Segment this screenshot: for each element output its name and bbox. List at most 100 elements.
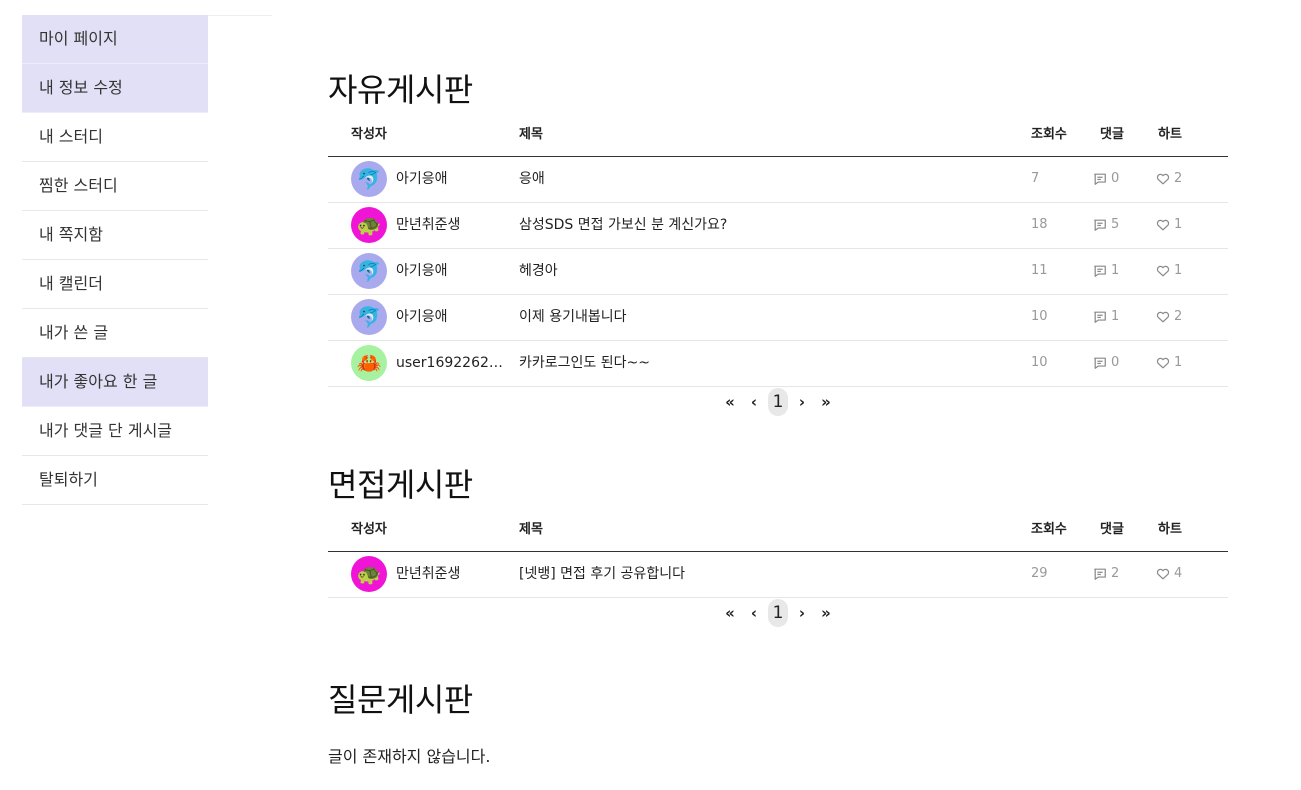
free-board: 작성자 제목 조회수 댓글 하트 🐬 아기응애 응애 7 0 2 🐢 만년취준생 삼성SDS 면… [328, 116, 1228, 417]
empty-message: 글이 존재하지 않습니다. [328, 747, 491, 766]
author-cell[interactable]: 🐬 아기응애 [351, 249, 448, 293]
sidebar-item-bookmarked-study[interactable]: 찜한 스터디 [22, 162, 208, 211]
sidebar-item-messages[interactable]: 내 쪽지함 [22, 211, 208, 260]
post-title-link[interactable]: 응애 [519, 157, 545, 201]
current-page[interactable]: 1 [768, 388, 788, 416]
comment-icon [1093, 172, 1111, 186]
comment-icon [1093, 356, 1111, 370]
column-title: 제목 [519, 522, 543, 537]
column-title: 제목 [519, 127, 543, 142]
interview-board: 작성자 제목 조회수 댓글 하트 🐢 만년취준생 [넷뱅] 면접 후기 공유합니다 2… [328, 511, 1228, 628]
post-title-link[interactable]: 삼성SDS 면접 가보신 분 계신가요? [519, 203, 727, 247]
column-views: 조회수 [1031, 127, 1067, 142]
table-row[interactable]: 🐢 만년취준생 [넷뱅] 면접 후기 공유합니다 29 2 4 [328, 552, 1228, 598]
table-row[interactable]: 🦀 user16922620... 카카로그인도 된다~~ 10 0 1 [328, 341, 1228, 387]
free-board-title: 자유게시판 [328, 71, 473, 109]
comment-count-value: 5 [1111, 217, 1120, 232]
comment-count-value: 1 [1111, 309, 1120, 324]
author-name: 만년취준생 [396, 566, 461, 582]
view-count: 7 [1031, 171, 1040, 186]
question-board-title: 질문게시판 [328, 681, 473, 719]
like-count: 1 [1156, 341, 1182, 385]
avatar: 🐬 [351, 253, 387, 289]
view-count: 29 [1031, 566, 1048, 581]
author-name: 만년취준생 [396, 217, 461, 233]
prev-page-button[interactable]: ‹ [742, 393, 766, 411]
comment-icon [1093, 218, 1111, 232]
like-count-value: 1 [1174, 263, 1183, 278]
sidebar-item-my-study[interactable]: 내 스터디 [22, 113, 208, 162]
sidebar-item-withdraw[interactable]: 탈퇴하기 [22, 456, 208, 505]
sidebar-item-my-posts[interactable]: 내가 쓴 글 [22, 309, 208, 358]
like-count: 2 [1156, 295, 1182, 339]
comment-count: 1 [1093, 249, 1119, 293]
like-count: 1 [1156, 249, 1182, 293]
first-page-button[interactable]: « [718, 393, 742, 411]
last-page-button[interactable]: » [814, 393, 838, 411]
heart-icon [1156, 567, 1174, 581]
author-name: 아기응애 [396, 309, 448, 325]
column-views: 조회수 [1031, 522, 1067, 537]
table-header: 작성자 제목 조회수 댓글 하트 [328, 511, 1228, 552]
author-name: 아기응애 [396, 171, 448, 187]
comment-count: 0 [1093, 341, 1119, 385]
sidebar-item-commented-posts[interactable]: 내가 댓글 단 게시글 [22, 407, 208, 456]
column-likes: 하트 [1158, 522, 1182, 537]
table-row[interactable]: 🐬 아기응애 이제 용기내봅니다 10 1 2 [328, 295, 1228, 341]
table-row[interactable]: 🐬 아기응애 응애 7 0 2 [328, 157, 1228, 203]
heart-icon [1156, 218, 1174, 232]
comment-icon [1093, 567, 1111, 581]
first-page-button[interactable]: « [718, 604, 742, 622]
view-count: 10 [1031, 309, 1048, 324]
table-row[interactable]: 🐬 아기응애 헤경아 11 1 1 [328, 249, 1228, 295]
heart-icon [1156, 264, 1174, 278]
next-page-button[interactable]: › [790, 604, 814, 622]
like-count-value: 4 [1174, 566, 1183, 581]
comment-count: 1 [1093, 295, 1119, 339]
like-count-value: 1 [1174, 355, 1183, 370]
avatar: 🐢 [351, 556, 387, 592]
free-board-rows: 🐬 아기응애 응애 7 0 2 🐢 만년취준생 삼성SDS 면접 가보신 분 계신가요? 18 5 1… [328, 157, 1228, 387]
author-cell[interactable]: 🐬 아기응애 [351, 295, 448, 339]
author-cell[interactable]: 🐢 만년취준생 [351, 203, 460, 247]
post-title-link[interactable]: 카카로그인도 된다~~ [519, 341, 650, 385]
author-name: user16922620... [396, 355, 506, 371]
sidebar-item-liked-posts[interactable]: 내가 좋아요 한 글 [22, 358, 208, 407]
column-comments: 댓글 [1100, 522, 1124, 537]
like-count: 2 [1156, 157, 1182, 201]
current-page[interactable]: 1 [768, 599, 788, 627]
prev-page-button[interactable]: ‹ [742, 604, 766, 622]
like-count-value: 1 [1174, 217, 1183, 232]
sidebar-item-mypage[interactable]: 마이 페이지 [22, 15, 208, 64]
sidebar-item-calendar[interactable]: 내 캘린더 [22, 260, 208, 309]
last-page-button[interactable]: » [814, 604, 838, 622]
post-title-link[interactable]: 헤경아 [519, 249, 558, 293]
like-count-value: 2 [1174, 309, 1183, 324]
column-comments: 댓글 [1100, 127, 1124, 142]
interview-board-title: 면접게시판 [328, 466, 473, 504]
author-cell[interactable]: 🐢 만년취준생 [351, 552, 460, 596]
comment-count: 5 [1093, 203, 1119, 247]
author-cell[interactable]: 🐬 아기응애 [351, 157, 448, 201]
sidebar-item-edit-profile[interactable]: 내 정보 수정 [22, 64, 208, 113]
heart-icon [1156, 356, 1174, 370]
author-name: 아기응애 [396, 263, 448, 279]
comment-count-value: 0 [1111, 171, 1120, 186]
comment-count-value: 1 [1111, 263, 1120, 278]
table-row[interactable]: 🐢 만년취준생 삼성SDS 면접 가보신 분 계신가요? 18 5 1 [328, 203, 1228, 249]
interview-board-rows: 🐢 만년취준생 [넷뱅] 면접 후기 공유합니다 29 2 4 [328, 552, 1228, 598]
next-page-button[interactable]: › [790, 393, 814, 411]
comment-icon [1093, 310, 1111, 324]
view-count: 11 [1031, 263, 1048, 278]
avatar: 🦀 [351, 345, 387, 381]
avatar: 🐬 [351, 161, 387, 197]
post-title-link[interactable]: [넷뱅] 면접 후기 공유합니다 [519, 552, 685, 596]
comment-icon [1093, 264, 1111, 278]
author-cell[interactable]: 🦀 user16922620... [351, 341, 506, 385]
post-title-link[interactable]: 이제 용기내봅니다 [519, 295, 627, 339]
column-author: 작성자 [351, 522, 387, 537]
view-count: 18 [1031, 217, 1048, 232]
heart-icon [1156, 172, 1174, 186]
like-count: 4 [1156, 552, 1182, 596]
mypage-sidebar: 마이 페이지 내 정보 수정 내 스터디 찜한 스터디 내 쪽지함 내 캘린더 … [22, 15, 208, 505]
